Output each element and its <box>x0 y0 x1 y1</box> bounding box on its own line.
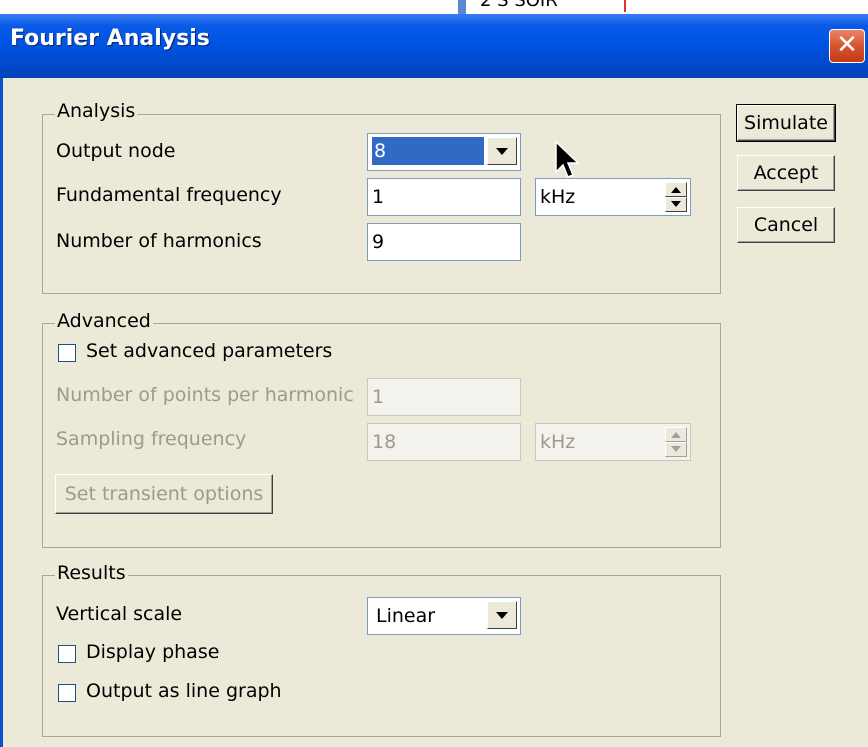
vertical-scale-value: Linear <box>376 605 436 627</box>
spin-down-icon <box>671 446 681 452</box>
spin-up-icon <box>671 187 681 193</box>
close-button[interactable]: ✕ <box>829 29 865 63</box>
set-advanced-checkbox[interactable] <box>58 344 76 362</box>
background-window-marker <box>624 0 626 12</box>
window-frame-left <box>0 78 3 747</box>
dialog-title: Fourier Analysis <box>10 26 210 51</box>
spin-up-button-disabled[interactable] <box>665 427 687 442</box>
vertical-scale-select[interactable]: Linear <box>367 597 521 635</box>
display-phase-checkbox[interactable] <box>58 645 76 663</box>
spin-down-icon <box>671 201 681 207</box>
fundamental-frequency-label: Fundamental frequency <box>56 184 282 206</box>
number-of-harmonics-input[interactable]: 9 <box>367 223 521 261</box>
vertical-scale-label: Vertical scale <box>56 603 183 625</box>
mouse-cursor-icon <box>555 140 580 178</box>
analysis-legend: Analysis <box>55 100 138 122</box>
output-node-select[interactable]: 8 <box>367 133 521 171</box>
spin-down-button-disabled[interactable] <box>665 442 687 457</box>
fundamental-frequency-unit-value: kHz <box>540 186 576 208</box>
sampling-frequency-unit[interactable]: kHz <box>535 423 691 461</box>
spin-up-icon <box>671 432 681 438</box>
results-legend: Results <box>55 562 128 584</box>
chevron-down-icon <box>496 612 508 619</box>
spin-down-button[interactable] <box>665 197 687 212</box>
output-node-label: Output node <box>56 140 176 162</box>
output-node-value: 8 <box>372 137 484 165</box>
chevron-down-icon <box>496 148 508 155</box>
fundamental-frequency-unit[interactable]: kHz <box>535 178 691 216</box>
accept-button[interactable]: Accept <box>737 155 835 191</box>
output-node-dropdown-button[interactable] <box>487 137 517 165</box>
spin-up-button[interactable] <box>665 182 687 197</box>
set-advanced-label[interactable]: Set advanced parameters <box>86 340 332 362</box>
line-graph-checkbox[interactable] <box>58 684 76 702</box>
line-graph-label[interactable]: Output as line graph <box>86 680 282 702</box>
points-per-harmonic-input[interactable]: 1 <box>367 378 521 416</box>
background-window-border <box>458 0 466 14</box>
sampling-frequency-input[interactable]: 18 <box>367 423 521 461</box>
advanced-legend: Advanced <box>55 310 153 332</box>
simulate-button[interactable]: Simulate <box>736 104 836 142</box>
sampling-frequency-label: Sampling frequency <box>56 428 247 450</box>
fundamental-frequency-input[interactable]: 1 <box>367 178 521 216</box>
points-per-harmonic-label: Number of points per harmonic <box>56 384 354 406</box>
sampling-frequency-unit-value: kHz <box>540 431 576 453</box>
number-of-harmonics-label: Number of harmonics <box>56 230 262 252</box>
cancel-button[interactable]: Cancel <box>737 207 835 243</box>
sampling-frequency-spinner[interactable] <box>665 427 687 457</box>
set-transient-options-button[interactable]: Set transient options <box>55 474 273 514</box>
background-window-text: 2 S SOIR <box>480 0 558 11</box>
close-icon: ✕ <box>836 30 858 60</box>
vertical-scale-dropdown-button[interactable] <box>487 601 517 629</box>
background-window: 2 S SOIR <box>0 0 868 14</box>
fundamental-frequency-spinner[interactable] <box>665 182 687 212</box>
display-phase-label[interactable]: Display phase <box>86 641 219 663</box>
